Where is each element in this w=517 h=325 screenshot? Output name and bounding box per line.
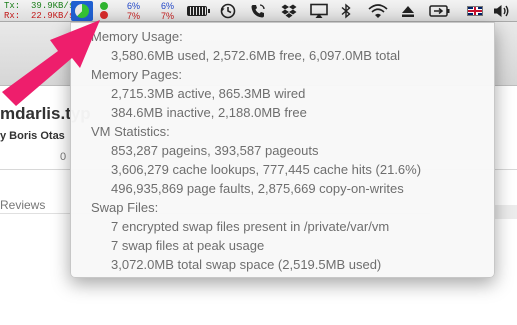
power-adapter-icon[interactable]: [428, 3, 452, 19]
tx-rate: Tx: 39.9KB/s: [4, 1, 74, 11]
memory-pie-icon[interactable]: [71, 1, 93, 21]
cpu-user-percent: 6%: [160, 1, 174, 11]
rx-label: Rx:: [4, 11, 21, 21]
menubar: Tx: 39.9KB/s Rx: 22.9KB/s 6% 7% 6% 7%: [0, 0, 517, 22]
battery-icon[interactable]: [187, 6, 210, 16]
cpu-user-percent: 6%: [126, 1, 140, 11]
swap-files-line: 7 encrypted swap files present in /priva…: [111, 219, 390, 234]
tx-label: Tx:: [4, 1, 21, 11]
tx-value: 39.9KB/s: [31, 1, 75, 11]
background-section-label: Reviews: [0, 198, 46, 212]
dropbox-icon[interactable]: [279, 3, 299, 19]
vm-statistics-line: 3,606,279 cache lookups, 777,445 cache h…: [111, 162, 422, 177]
swap-files-line: 7 swap files at peak usage: [111, 238, 265, 253]
rx-rate: Rx: 22.9KB/s: [4, 11, 74, 21]
swap-files-line: 3,072.0MB total swap space (2,519.5MB us…: [111, 257, 382, 272]
memory-pages-line: 384.6MB inactive, 2,188.0MB free: [111, 105, 307, 120]
memory-usage-line: 3,580.6MB used, 2,572.6MB free, 6,097.0M…: [111, 48, 401, 63]
background-byline: y Boris Otas: [0, 130, 65, 142]
memory-red-dot: [100, 11, 108, 19]
rx-value: 22.9KB/s: [31, 11, 75, 21]
memory-pages-line: 2,715.3MB active, 865.3MB wired: [111, 86, 306, 101]
memory-stats-popup: Memory Usage: 3,580.6MB used, 2,572.6MB …: [70, 22, 495, 278]
memory-green-dot: [100, 2, 108, 10]
vm-statistics-header: VM Statistics:: [91, 124, 170, 139]
cpu-meter-1[interactable]: 6% 7%: [116, 1, 140, 21]
memory-pages-header: Memory Pages:: [91, 67, 183, 82]
uk-flag-icon[interactable]: [467, 6, 483, 16]
cpu-meter-2[interactable]: 6% 7%: [150, 1, 174, 21]
eject-icon[interactable]: [400, 3, 416, 19]
time-machine-icon[interactable]: [218, 3, 238, 19]
swap-files-header: Swap Files:: [91, 200, 159, 215]
phone-icon[interactable]: [248, 3, 268, 19]
wifi-icon[interactable]: [366, 3, 390, 19]
memory-usage-header: Memory Usage:: [91, 29, 183, 44]
volume-icon[interactable]: [492, 3, 512, 19]
vm-statistics-line: 853,287 pageins, 393,587 pageouts: [111, 143, 319, 158]
vm-statistics-line: 496,935,869 page faults, 2,875,669 copy-…: [111, 181, 404, 196]
airplay-display-icon[interactable]: [309, 3, 329, 19]
background-count: 0: [60, 151, 67, 163]
cpu-system-percent: 7%: [126, 11, 140, 21]
cpu-system-percent: 7%: [160, 11, 174, 21]
network-monitor[interactable]: Tx: 39.9KB/s Rx: 22.9KB/s: [4, 1, 74, 21]
memory-status-dots-icon[interactable]: [99, 2, 109, 20]
bluetooth-icon[interactable]: [338, 3, 354, 19]
memory-pie-chart: [75, 4, 89, 18]
